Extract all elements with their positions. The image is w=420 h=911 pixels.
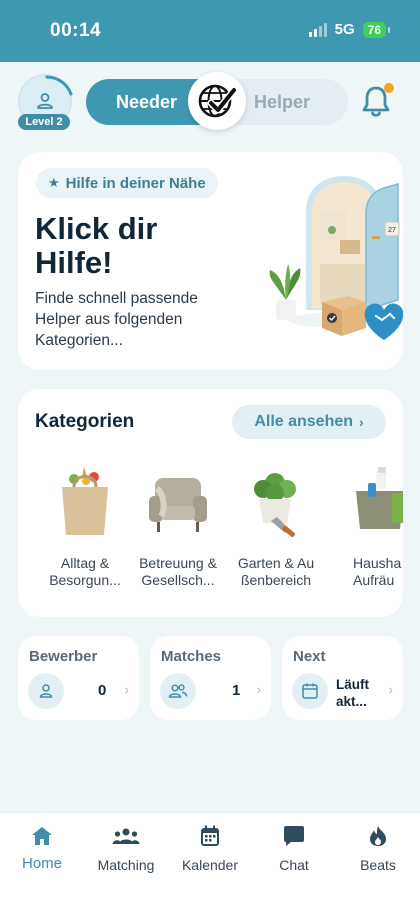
- hero-subtitle: Finde schnell passende Helper aus folgen…: [35, 290, 198, 349]
- person-icon: [28, 673, 64, 709]
- people-icon: [160, 673, 196, 709]
- calendar-icon: [292, 673, 328, 709]
- grocery-bag-icon: [45, 461, 125, 541]
- plant-trowel-icon: [236, 461, 316, 541]
- stat-card-matches[interactable]: Matches 1 ›: [150, 636, 271, 720]
- stat-value: 1: [232, 682, 241, 699]
- categories-card: Kategorien Alle ansehen › Alltag & Besor…: [18, 389, 403, 617]
- open-door-illustration-icon: 27: [269, 176, 403, 340]
- category-item-haushalt[interactable]: Hausha Aufräu: [327, 461, 403, 601]
- bottom-nav: Home Matching Kalender Chat Beats: [0, 812, 420, 911]
- door-number: 27: [388, 227, 396, 234]
- nav-label: Chat: [279, 857, 309, 873]
- star-icon: ★: [48, 175, 60, 190]
- status-bar: 00:14 5G 76: [0, 0, 420, 62]
- stat-card-next[interactable]: Next Läuft akt... ›: [282, 636, 403, 720]
- chevron-right-icon: ›: [359, 414, 364, 430]
- stat-title: Bewerber: [29, 648, 98, 665]
- nearby-chip-label: Hilfe in deiner Nähe: [65, 174, 206, 192]
- nav-label: Beats: [360, 857, 396, 873]
- category-item-garten[interactable]: Garten & Au ßenbereich: [226, 461, 326, 601]
- chevron-right-icon: ›: [388, 682, 393, 697]
- category-item-betreuung[interactable]: Betreuung & Gesellsch...: [128, 461, 228, 601]
- nav-home[interactable]: Home: [0, 823, 84, 883]
- chat-icon: [252, 823, 336, 849]
- cleaning-bucket-icon: [343, 461, 403, 541]
- stat-value: 0: [98, 682, 107, 699]
- home-icon: [0, 823, 84, 849]
- calendar-icon: [168, 823, 252, 849]
- nav-beats[interactable]: Beats: [336, 823, 420, 883]
- nav-label: Kalender: [181, 857, 239, 873]
- category-item-alltag[interactable]: Alltag & Besorgun...: [35, 461, 135, 601]
- status-time: 00:14: [50, 20, 102, 41]
- category-label: Garten & Au ßenbereich: [237, 555, 315, 588]
- signal-icon: [308, 22, 327, 37]
- flame-icon: [336, 823, 420, 849]
- see-all-label: Alle ansehen: [254, 413, 354, 430]
- nav-label: Matching: [97, 857, 155, 873]
- battery-level: 76: [367, 22, 381, 37]
- armchair-icon: [138, 461, 218, 541]
- category-label: Alltag & Besorgun...: [49, 555, 121, 588]
- mode-toggle[interactable]: Needer Helper: [86, 72, 348, 130]
- nav-matching[interactable]: Matching: [84, 823, 168, 883]
- group-icon: [84, 823, 168, 849]
- category-label: Betreuung & Gesellsch...: [139, 555, 217, 588]
- hero-card[interactable]: ★ Hilfe in deiner Nähe Klick dir Hilfe! …: [18, 152, 403, 370]
- see-all-button[interactable]: Alle ansehen ›: [232, 405, 386, 439]
- nav-chat[interactable]: Chat: [252, 823, 336, 883]
- nav-label: Home: [21, 855, 62, 872]
- chevron-right-icon: ›: [124, 682, 129, 697]
- battery-icon: 76: [362, 21, 391, 38]
- categories-title: Kategorien: [35, 411, 135, 432]
- nearby-chip: ★ Hilfe in deiner Nähe: [36, 168, 218, 198]
- globe-check-icon: [198, 84, 237, 118]
- chevron-right-icon: ›: [256, 682, 261, 697]
- stat-title: Next: [293, 648, 326, 665]
- status-indicators: 5G 76: [308, 21, 391, 38]
- network-label: 5G: [334, 21, 355, 38]
- stat-title: Matches: [161, 648, 222, 665]
- stat-card-bewerber[interactable]: Bewerber 0 ›: [18, 636, 139, 720]
- category-label: Hausha Aufräu: [353, 555, 402, 588]
- notification-badge: [384, 83, 394, 93]
- level-badge: Level 2: [18, 114, 70, 130]
- hero-title: Klick dir Hilfe!: [35, 211, 158, 280]
- stat-value: Läuft akt...: [336, 677, 369, 709]
- nav-kalender[interactable]: Kalender: [168, 823, 252, 883]
- toggle-knob[interactable]: [188, 72, 246, 130]
